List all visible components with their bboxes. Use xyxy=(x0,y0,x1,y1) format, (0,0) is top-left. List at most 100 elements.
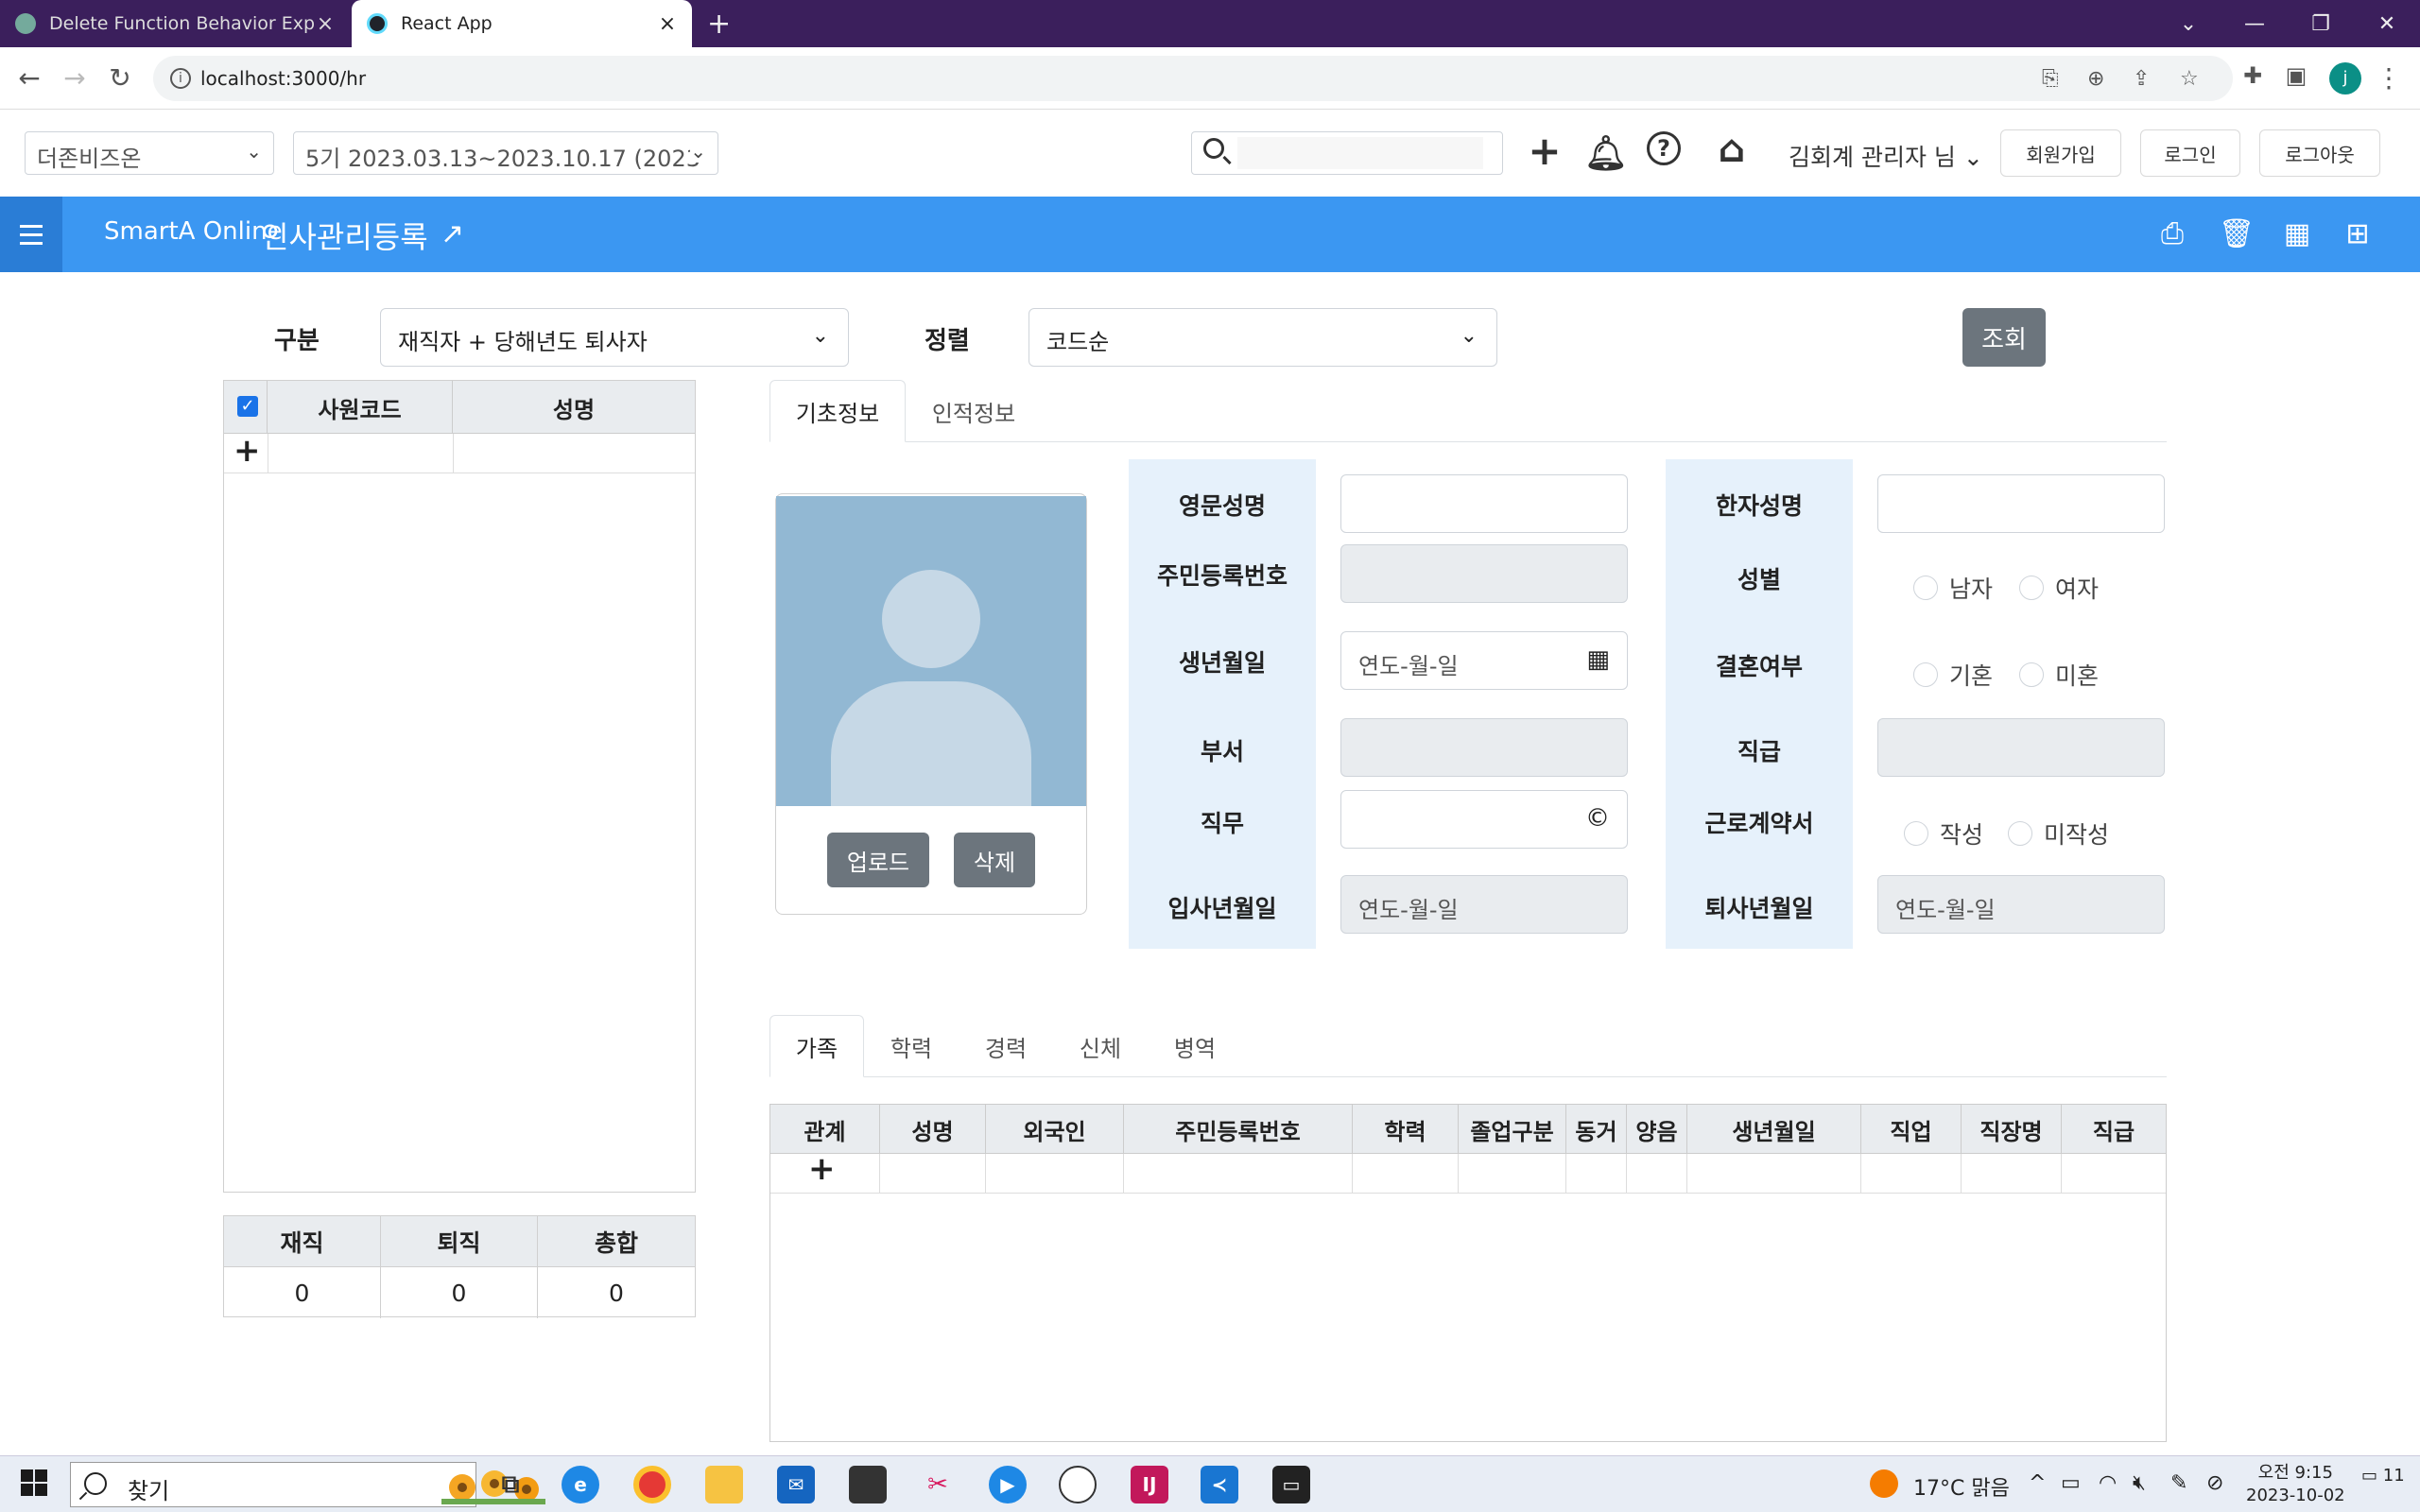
header-search[interactable] xyxy=(1191,131,1503,175)
logout-button[interactable]: 로그아웃 xyxy=(2259,129,2380,177)
restore-icon[interactable]: ❐ xyxy=(2288,0,2354,47)
taskbar-clock[interactable]: 오전 9:15 2023-10-02 xyxy=(2246,1462,2345,1507)
windows-start-icon[interactable] xyxy=(21,1469,47,1496)
header-search-input[interactable] xyxy=(1237,137,1483,169)
select-all-checkbox[interactable]: ✓ xyxy=(237,396,258,417)
employee-summary-table: 재직 퇴직 총합 0 0 0 xyxy=(223,1215,696,1318)
calendar-icon[interactable]: ▦ xyxy=(1586,645,1610,674)
snipping-tool-icon[interactable]: ✂ xyxy=(919,1466,957,1503)
add-employee-plus-icon[interactable]: + xyxy=(233,432,261,470)
battery-icon[interactable]: ▭ xyxy=(2061,1471,2081,1495)
pinned-app-blue-icon[interactable]: ▶ xyxy=(989,1466,1027,1503)
sort-select[interactable]: 코드순 ⌄ xyxy=(1028,308,1497,367)
add-family-plus-icon[interactable]: + xyxy=(808,1150,836,1188)
profile-avatar[interactable]: j xyxy=(2329,62,2361,94)
contract-written-radio[interactable]: 작성 xyxy=(1904,816,1983,850)
tab-education[interactable]: 학력 xyxy=(864,1015,959,1077)
home-icon[interactable]: ⌂ xyxy=(1711,128,1753,171)
bell-icon[interactable]: 🔔︎ xyxy=(1584,133,1628,173)
tab-personal-info[interactable]: 인적정보 xyxy=(908,380,1040,442)
task-view-icon[interactable]: ⧉ xyxy=(492,1466,529,1503)
mail-icon[interactable]: ✉ xyxy=(777,1466,815,1503)
english-name-input[interactable] xyxy=(1340,474,1628,533)
tab-career[interactable]: 경력 xyxy=(959,1015,1053,1077)
tab-search-chevron-icon[interactable]: ⌄ xyxy=(2155,0,2221,47)
tab-title: Delete Function Behavior Expla xyxy=(49,13,316,34)
translate-icon[interactable]: ⎘ xyxy=(2042,67,2059,91)
weather-text[interactable]: 17°C 맑음 xyxy=(1913,1471,2010,1502)
close-tab-icon[interactable]: × xyxy=(316,12,335,36)
address-bar[interactable]: i localhost:3000/hr ⎘ ⊕ ⇪ ☆ xyxy=(153,56,2233,101)
user-menu[interactable]: 김회계 관리자 님 ⌄ xyxy=(1789,139,1983,173)
column-employee-code[interactable]: 사원코드 xyxy=(268,381,453,434)
company-select[interactable]: 더존비즈온 ⌄ xyxy=(25,131,274,175)
single-radio[interactable]: 미혼 xyxy=(2019,658,2099,692)
grid-icon[interactable]: ⊞ xyxy=(2339,217,2377,250)
gender-male-radio[interactable]: 남자 xyxy=(1913,571,1993,605)
married-radio[interactable]: 기혼 xyxy=(1913,658,1993,692)
duty-input[interactable]: © xyxy=(1340,790,1628,849)
trash-icon[interactable]: 🗑︎ xyxy=(2218,217,2256,250)
pen-icon[interactable]: ✎ xyxy=(2170,1471,2187,1495)
clock-date: 2023-10-02 xyxy=(2246,1486,2345,1505)
chrome-icon[interactable] xyxy=(633,1466,671,1503)
close-window-icon[interactable]: ✕ xyxy=(2354,0,2420,47)
sticky-notes-icon[interactable] xyxy=(849,1466,887,1503)
minimize-icon[interactable]: — xyxy=(2221,0,2288,47)
close-tab-icon[interactable]: × xyxy=(658,12,677,36)
upload-button[interactable]: 업로드 xyxy=(827,833,929,887)
terminal-icon[interactable]: ▭ xyxy=(1272,1466,1310,1503)
sort-select-value: 코드순 xyxy=(1046,329,1110,355)
login-button[interactable]: 로그인 xyxy=(2140,129,2240,177)
share-icon[interactable]: ⇪ xyxy=(2133,67,2150,91)
browser-tab-chatgpt[interactable]: Delete Function Behavior Expla × xyxy=(0,0,350,47)
menu-hamburger-icon[interactable] xyxy=(0,197,62,272)
tab-physical[interactable]: 신체 xyxy=(1053,1015,1148,1077)
add-plus-icon[interactable]: + xyxy=(1524,128,1565,174)
column-name[interactable]: 성명 xyxy=(453,381,695,434)
period-select[interactable]: 5기 2023.03.13~2023.10.17 (2023 ⌄ xyxy=(293,131,718,175)
category-select[interactable]: 재직자 + 당해년도 퇴사자 ⌄ xyxy=(380,308,849,367)
taskbar-search-box[interactable]: 찾기 xyxy=(70,1462,545,1507)
browser-tab-react-app[interactable]: React App × xyxy=(352,0,692,47)
site-info-icon[interactable]: i xyxy=(170,68,191,89)
extensions-puzzle-icon[interactable]: ✚ xyxy=(2237,62,2269,89)
contract-not-written-radio[interactable]: 미작성 xyxy=(2008,816,2109,850)
tab-military[interactable]: 병역 xyxy=(1148,1015,1242,1077)
new-tab-plus-icon[interactable]: + xyxy=(707,8,731,41)
tray-chevron-up-icon[interactable]: ^ xyxy=(2029,1471,2046,1495)
radio-circle xyxy=(1913,576,1938,600)
delete-photo-button[interactable]: 삭제 xyxy=(954,833,1035,887)
volume-muted-icon[interactable]: 🔇︎ xyxy=(2133,1471,2146,1495)
retire-date-placeholder: 연도-월-일 xyxy=(1895,897,1996,923)
page-title-bar: SmartA Online 인사관리등록 ↗ ⎙ 🗑︎ ▦ ⊞ xyxy=(0,197,2420,272)
no-entry-icon[interactable]: ⊘ xyxy=(2206,1471,2223,1495)
wifi-icon[interactable]: ◠ xyxy=(2099,1471,2117,1495)
copyright-icon[interactable]: © xyxy=(1585,804,1610,833)
forward-arrow-icon[interactable]: → xyxy=(59,62,91,94)
chrome-menu-icon[interactable]: ⋮ xyxy=(2373,62,2405,94)
gender-female-radio[interactable]: 여자 xyxy=(2019,571,2099,605)
calculator-icon[interactable]: ▦ xyxy=(2278,217,2316,250)
bookmark-star-icon[interactable]: ☆ xyxy=(2180,67,2199,91)
back-arrow-icon[interactable]: ← xyxy=(13,62,45,94)
zoom-icon[interactable]: ⊕ xyxy=(2087,67,2104,91)
help-circle-icon[interactable]: ? xyxy=(1647,131,1688,165)
pinned-app-panda-icon[interactable] xyxy=(1059,1466,1097,1503)
notification-badge[interactable]: ▭ 11 xyxy=(2361,1466,2405,1486)
search-button[interactable]: 조회 xyxy=(1962,308,2046,367)
file-explorer-icon[interactable] xyxy=(705,1466,743,1503)
side-panel-icon[interactable]: ▣ xyxy=(2280,62,2312,89)
tab-basic-info[interactable]: 기초정보 xyxy=(769,380,906,442)
label-marriage: 결혼여부 xyxy=(1715,653,1803,680)
tab-family[interactable]: 가족 xyxy=(769,1015,864,1077)
print-icon[interactable]: ⎙ xyxy=(2153,217,2191,250)
reload-icon[interactable]: ↻ xyxy=(104,62,136,94)
vscode-icon[interactable]: ≺ xyxy=(1201,1466,1238,1503)
chinese-name-input[interactable] xyxy=(1877,474,2165,533)
birth-date-input[interactable]: 연도-월-일 ▦ xyxy=(1340,631,1628,690)
intellij-icon[interactable]: IJ xyxy=(1131,1466,1168,1503)
external-link-icon[interactable]: ↗ xyxy=(441,217,464,250)
signup-button[interactable]: 회원가입 xyxy=(2000,129,2121,177)
edge-icon[interactable]: e xyxy=(562,1466,599,1503)
